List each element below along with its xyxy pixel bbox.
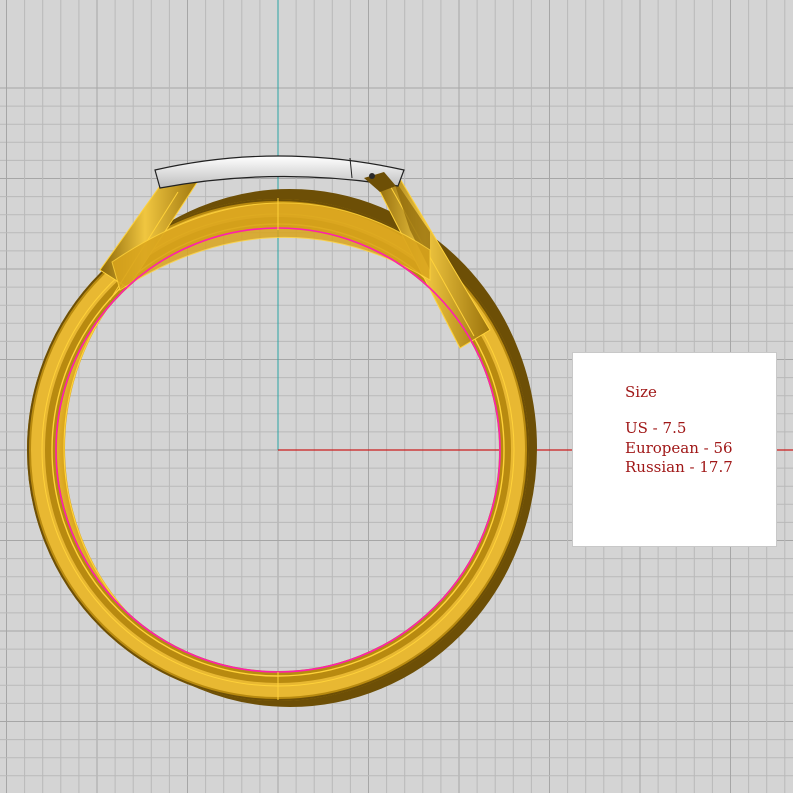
- size-us: US - 7.5: [625, 419, 687, 437]
- size-title: Size: [625, 383, 657, 401]
- size-russian: Russian - 17.7: [625, 458, 733, 476]
- size-european: European - 56: [625, 439, 733, 457]
- cad-viewport[interactable]: Size US - 7.5 European - 56 Russian - 17…: [0, 0, 793, 793]
- size-info-panel: Size US - 7.5 European - 56 Russian - 17…: [572, 352, 777, 547]
